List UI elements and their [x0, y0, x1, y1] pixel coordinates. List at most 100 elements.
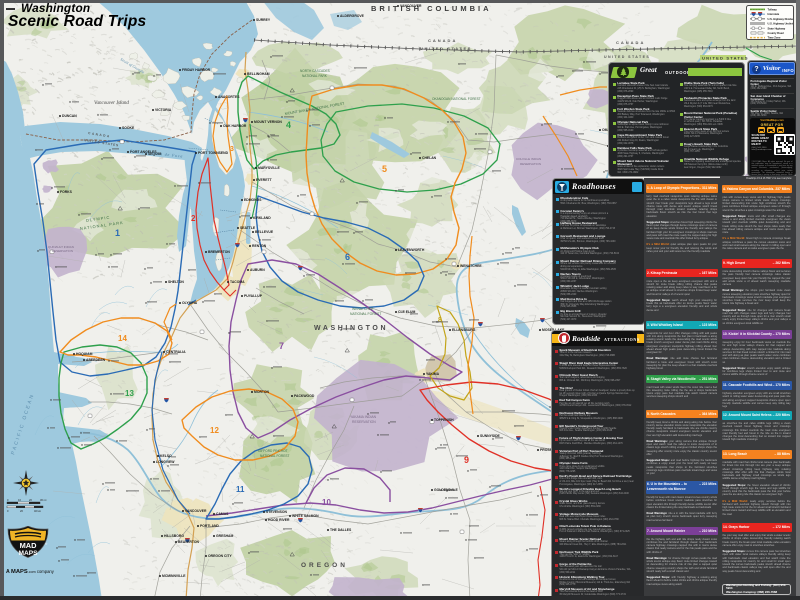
svg-text:U.S. Highway Undivided: U.S. Highway Undivided [768, 21, 794, 25]
svg-text:TACOMA: TACOMA [230, 280, 245, 284]
svg-text:PACKWOOD: PACKWOOD [294, 394, 315, 398]
svg-text:YAKAMA INDIAN: YAKAMA INDIAN [350, 415, 377, 419]
svg-text:MCMINNVILLE: MCMINNVILLE [162, 574, 186, 578]
svg-text:TOPPENISH: TOPPENISH [434, 418, 454, 422]
svg-text:20: 20 [29, 498, 32, 502]
svg-text:ANACORTES: ANACORTES [218, 95, 240, 99]
svg-text:RESERVATION: RESERVATION [52, 249, 73, 253]
svg-text:HILLSBORO: HILLSBORO [164, 534, 184, 538]
svg-text:HOOD RIVER: HOOD RIVER [268, 518, 290, 522]
svg-text:14: 14 [118, 334, 127, 343]
svg-text:5: 5 [382, 164, 387, 174]
svg-text:6: 6 [345, 252, 350, 262]
svg-text:SOOKE: SOOKE [122, 126, 135, 130]
svg-text:SURREY: SURREY [256, 18, 271, 22]
svg-text:U.S. Highway Divided: U.S. Highway Divided [768, 16, 794, 20]
svg-text:20: 20 [20, 509, 23, 513]
svg-text:7: 7 [279, 341, 284, 351]
svg-text:NATIONAL FOREST: NATIONAL FOREST [260, 454, 289, 458]
svg-text:40 km: 40 km [34, 509, 41, 513]
svg-text:County Road: County Road [768, 31, 785, 35]
svg-text:GIFFORD PINCHOT: GIFFORD PINCHOT [258, 449, 288, 453]
svg-text:VICTORIA: VICTORIA [155, 108, 172, 112]
svg-text:0: 0 [7, 509, 9, 513]
svg-text:YAKIMA: YAKIMA [426, 372, 440, 376]
svg-text:GRESHAM: GRESHAM [216, 534, 234, 538]
svg-text:OKANOGAN NATIONAL FOREST: OKANOGAN NATIONAL FOREST [432, 97, 481, 101]
svg-text:KELSO: KELSO [160, 454, 172, 458]
svg-text:CANADA: CANADA [428, 38, 457, 43]
svg-text:2: 2 [191, 214, 196, 223]
svg-text:UNITED STATES: UNITED STATES [420, 46, 472, 51]
svg-text:12: 12 [210, 426, 219, 435]
svg-text:WENATCHEE: WENATCHEE [460, 264, 482, 268]
svg-text:MARYSVILLE: MARYSVILLE [258, 166, 280, 170]
svg-text:UNITED STATES: UNITED STATES [702, 56, 749, 61]
svg-text:RESERVATION: RESERVATION [352, 420, 376, 424]
svg-text:WASHINGTON: WASHINGTON [314, 325, 388, 332]
svg-text:10: 10 [322, 498, 331, 507]
svg-text:FRIDAY HARBOR: FRIDAY HARBOR [182, 68, 211, 72]
svg-text:COLVILLE INDIAN: COLVILLE INDIAN [516, 157, 541, 161]
svg-text:ALDERGROVE: ALDERGROVE [340, 14, 365, 18]
svg-text:CANADA: CANADA [616, 40, 645, 45]
svg-text:PUYALLUP: PUYALLUP [244, 294, 263, 298]
svg-text:RENTON: RENTON [252, 244, 267, 248]
svg-text:10: 10 [18, 498, 21, 502]
svg-text:BEAVERTON: BEAVERTON [178, 540, 200, 544]
svg-text:Tollway: Tollway [768, 7, 778, 11]
svg-text:State Highway: State Highway [768, 26, 786, 30]
svg-text:Interstate: Interstate [768, 12, 780, 16]
svg-text:MAPS: MAPS [18, 550, 38, 557]
svg-text:BRITISH COLUMBIA: BRITISH COLUMBIA [371, 4, 492, 13]
svg-text:MAD: MAD [20, 541, 37, 550]
svg-text:0: 0 [7, 498, 9, 502]
svg-text:MORTON: MORTON [254, 390, 270, 394]
svg-text:MOUNT VERNON: MOUNT VERNON [254, 120, 282, 124]
svg-text:4: 4 [286, 120, 291, 130]
svg-text:NORTH CASCADES: NORTH CASCADES [300, 69, 330, 73]
svg-text:13: 13 [125, 389, 134, 398]
svg-text:THE DALLES: THE DALLES [330, 528, 352, 532]
svg-text:OLYMPIA: OLYMPIA [182, 301, 198, 305]
svg-text:3: 3 [230, 146, 234, 153]
svg-text:EVERETT: EVERETT [256, 178, 273, 182]
svg-text:30 mi: 30 mi [40, 498, 47, 502]
svg-text:VANCOUVER: VANCOUVER [185, 509, 207, 513]
svg-text:HOQUIAM: HOQUIAM [76, 352, 93, 356]
svg-text:FORKS: FORKS [60, 190, 73, 194]
svg-text:BREMERTON: BREMERTON [208, 250, 230, 254]
svg-text:ABERDEEN: ABERDEEN [86, 358, 106, 362]
svg-text:WENATCHEE: WENATCHEE [352, 307, 374, 311]
svg-text:LEAVENWORTH: LEAVENWORTH [398, 248, 425, 252]
svg-text:Vancouver Island: Vancouver Island [94, 101, 129, 106]
svg-text:UNITED STATES: UNITED STATES [604, 55, 650, 59]
svg-text:PORTLAND: PORTLAND [200, 524, 219, 528]
svg-text:RESERVATION: RESERVATION [520, 162, 541, 166]
svg-text:DUNCAN: DUNCAN [62, 114, 77, 118]
svg-text:Time Zone: Time Zone [768, 35, 781, 39]
svg-text:CAMAS: CAMAS [216, 512, 229, 516]
svg-text:1: 1 [115, 228, 120, 238]
svg-text:OREGON CITY: OREGON CITY [208, 554, 232, 558]
svg-text:NATIONAL FOREST: NATIONAL FOREST [350, 312, 381, 316]
svg-text:8: 8 [438, 317, 442, 324]
svg-text:KIRKLAND: KIRKLAND [253, 216, 271, 220]
svg-text:ELLENSBURG: ELLENSBURG [452, 328, 476, 332]
svg-text:OREGON: OREGON [301, 562, 348, 569]
svg-text:PORT TOWNSEND: PORT TOWNSEND [198, 151, 229, 155]
svg-text:WHITE SALMON: WHITE SALMON [292, 514, 319, 518]
svg-text:AUBURN: AUBURN [250, 268, 265, 272]
svg-text:®: ® [45, 542, 48, 546]
svg-text:BELLEVUE: BELLEVUE [255, 230, 274, 234]
svg-text:OAK HARBOR: OAK HARBOR [223, 124, 247, 128]
svg-text:SHELTON: SHELTON [168, 280, 184, 284]
svg-text:EDMONDS: EDMONDS [244, 198, 262, 202]
svg-text:11: 11 [236, 485, 245, 494]
svg-text:NATIONAL PARK: NATIONAL PARK [302, 74, 328, 78]
svg-text:BELLINGHAM: BELLINGHAM [247, 72, 270, 76]
svg-text:STEVENSON: STEVENSON [266, 510, 287, 514]
svg-text:SEATTLE: SEATTLE [240, 226, 256, 230]
svg-text:LONGVIEW: LONGVIEW [156, 460, 175, 464]
svg-text:CHELAN: CHELAN [422, 156, 437, 160]
